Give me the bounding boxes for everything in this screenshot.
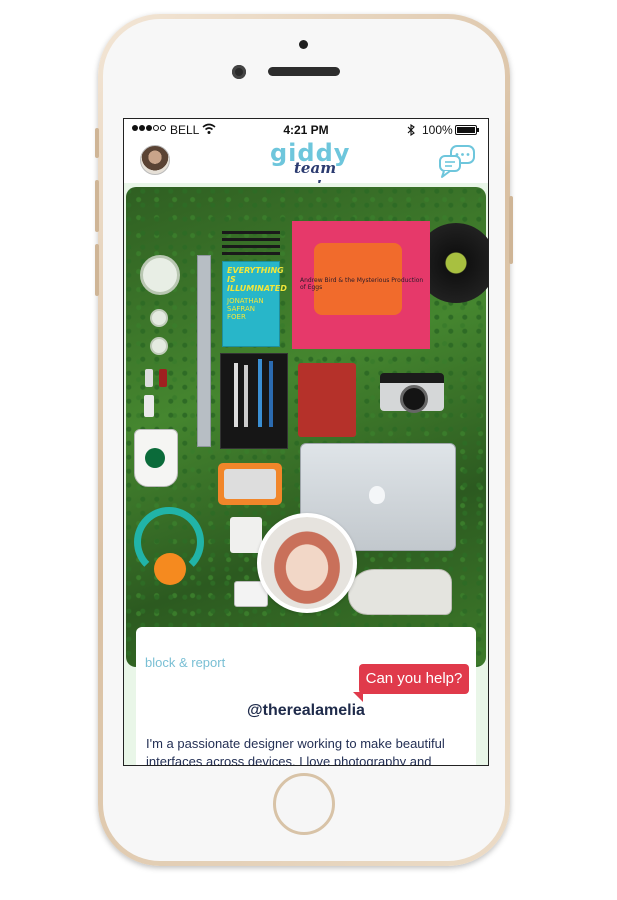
- lip-balm: [144, 395, 154, 417]
- status-bar: BELL 4:21 PM 100%: [124, 119, 488, 141]
- book: EVERYTHING IS ILLUMINATED JONATHAN SAFRA…: [222, 261, 287, 347]
- ruler: [197, 255, 211, 447]
- record-label: Andrew Bird & the Mysterious Production …: [300, 277, 424, 291]
- mute-switch: [95, 128, 99, 158]
- coffee-cup: [134, 429, 178, 487]
- record-sleeve: Andrew Bird & the Mysterious Production …: [292, 221, 430, 349]
- earpiece-speaker: [268, 67, 340, 76]
- battery-percent: 100%: [422, 123, 453, 137]
- sneaker: [348, 569, 452, 615]
- volume-down-button: [95, 244, 99, 296]
- candle-large: [140, 255, 180, 295]
- book-title: EVERYTHING IS ILLUMINATED: [227, 266, 287, 293]
- app-logo: giddy team up!: [266, 139, 356, 195]
- candle-small-2: [150, 337, 168, 355]
- pen: [234, 363, 238, 427]
- screen: BELL 4:21 PM 100% giddy team up!: [123, 118, 489, 766]
- lipstick-2: [159, 369, 167, 387]
- home-button[interactable]: [273, 773, 335, 835]
- nav-bar: giddy team up!: [124, 139, 488, 195]
- profile-avatar[interactable]: [257, 513, 357, 613]
- profile-bio: I'm a passionate designer working to mak…: [146, 736, 445, 766]
- front-camera: [232, 65, 246, 79]
- volume-up-button: [95, 180, 99, 232]
- pencils: [222, 229, 280, 255]
- battery-icon: [455, 125, 479, 135]
- pen-3: [258, 359, 262, 427]
- black-notebook: [220, 353, 288, 449]
- film-camera: [380, 373, 444, 413]
- chat-bubbles-icon[interactable]: [438, 145, 476, 179]
- hard-drive: [218, 463, 282, 505]
- candle-small: [150, 309, 168, 327]
- can-you-help-button[interactable]: Can you help?: [353, 664, 469, 702]
- pen-4: [269, 361, 273, 427]
- profile-photo: [261, 517, 353, 609]
- pen-2: [244, 365, 248, 427]
- bluetooth-icon: [407, 124, 415, 136]
- lipstick: [145, 369, 153, 387]
- block-report-link[interactable]: block & report: [145, 655, 225, 670]
- red-journal: [298, 363, 356, 437]
- user-avatar[interactable]: [140, 145, 170, 175]
- power-button: [509, 196, 513, 264]
- headphone-cup: [154, 553, 186, 585]
- book-author: JONATHAN SAFRAN FOER: [227, 297, 264, 321]
- front-sensor: [299, 40, 308, 49]
- profile-username: @therealamelia: [247, 702, 365, 719]
- card-reader: [230, 517, 262, 553]
